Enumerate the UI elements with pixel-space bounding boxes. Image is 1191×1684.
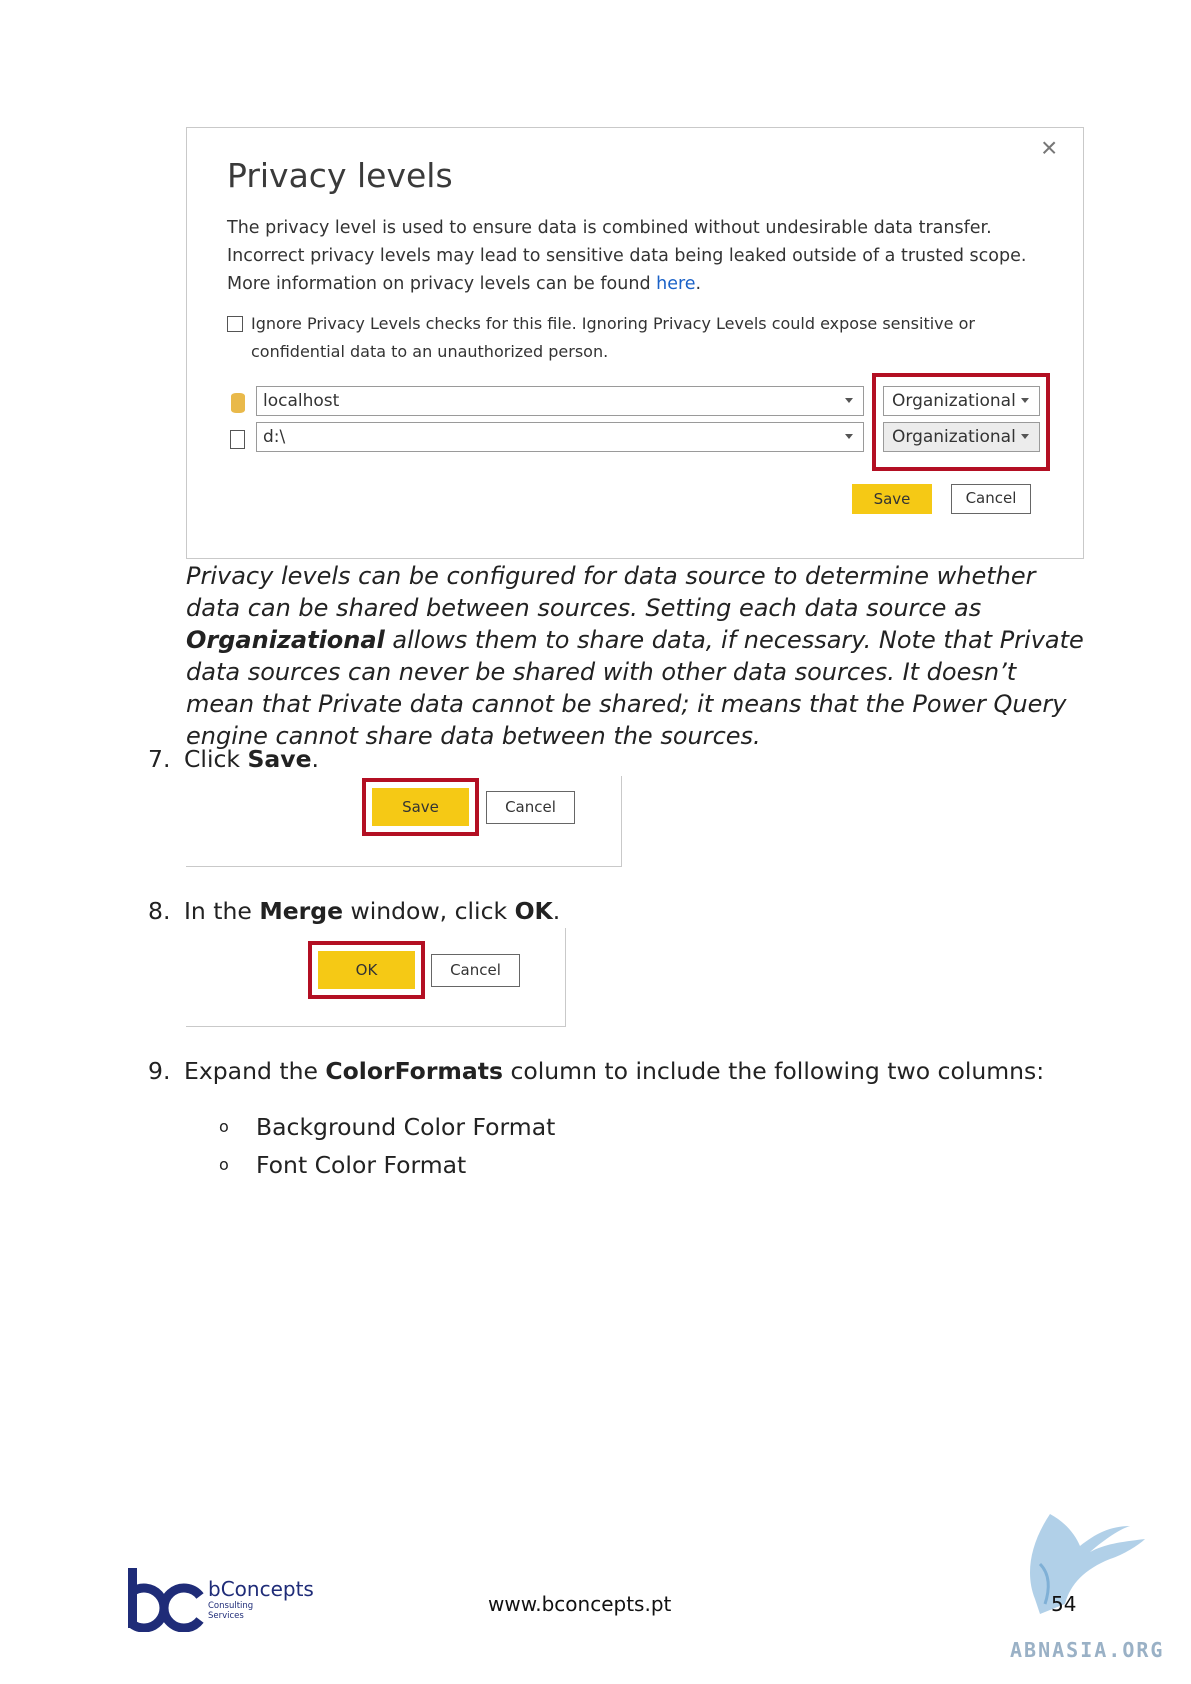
caption-text: Privacy levels can be configured for dat… — [186, 562, 1036, 622]
logo-name: bConcepts — [208, 1577, 314, 1601]
page-number: 54 — [1051, 1592, 1077, 1616]
step-number: 8. — [148, 897, 171, 925]
step-text-bold: ColorFormats — [325, 1057, 503, 1085]
description-text: The privacy level is used to ensure data… — [227, 218, 1027, 294]
step-text-plain: In the — [184, 897, 260, 925]
watermark-text: ABNASIA.ORG — [1010, 1638, 1165, 1662]
privacy-level-value: Organizational — [892, 427, 1016, 447]
privacy-level-select-localhost[interactable]: Organizational — [883, 386, 1040, 416]
footer-url[interactable]: www.bconcepts.pt — [488, 1592, 671, 1616]
list-item-text: Background Color Format — [256, 1113, 556, 1141]
bconcepts-logo-icon — [126, 1566, 204, 1633]
step-number: 7. — [148, 745, 171, 773]
bullet-mark: o — [219, 1117, 229, 1136]
screenshot-border — [186, 866, 622, 867]
database-icon — [231, 393, 245, 413]
screenshot-border — [186, 1026, 566, 1027]
step-text-plain: . — [552, 897, 561, 925]
data-source-select-localhost[interactable]: localhost — [256, 386, 864, 416]
step-text: Expand the ColorFormats column to includ… — [184, 1057, 1044, 1085]
more-info-link[interactable]: here — [656, 274, 695, 294]
data-source-select-d-drive[interactable]: d:\ — [256, 422, 864, 452]
step-7: 7. Click Save. — [148, 745, 748, 777]
description-suffix: . — [695, 274, 702, 294]
ok-button[interactable]: OK — [318, 951, 415, 989]
list-item: o Background Color Format — [219, 1113, 719, 1145]
step-text-bold: OK — [514, 897, 553, 925]
step-text: Click Save. — [184, 745, 319, 773]
step-8: 8. In the Merge window, click OK. — [148, 897, 748, 929]
dialog-title: Privacy levels — [227, 156, 453, 195]
step-7-screenshot: Save Cancel — [186, 776, 622, 867]
data-source-name: localhost — [263, 391, 340, 411]
cancel-button[interactable]: Cancel — [951, 484, 1031, 514]
step-text-plain: window, click — [343, 897, 515, 925]
logo-subtitle: Consulting Services — [208, 1601, 253, 1621]
step-number: 9. — [148, 1057, 171, 1085]
close-icon[interactable]: × — [1041, 132, 1057, 164]
chevron-down-icon — [1021, 398, 1029, 403]
cancel-button[interactable]: Cancel — [486, 791, 575, 824]
step-text: In the Merge window, click OK. — [184, 897, 560, 925]
ignore-privacy-label: Ignore Privacy Levels checks for this fi… — [251, 314, 975, 361]
cancel-button[interactable]: Cancel — [431, 954, 520, 987]
step-text-bold: Merge — [259, 897, 344, 925]
privacy-level-value: Organizational — [892, 391, 1016, 411]
list-item: o Font Color Format — [219, 1151, 719, 1183]
step-text-plain: column to include the following two colu… — [502, 1057, 1045, 1085]
chevron-down-icon — [845, 398, 853, 403]
privacy-level-select-d-drive[interactable]: Organizational — [883, 422, 1040, 452]
list-item-text: Font Color Format — [256, 1151, 467, 1179]
step-text-plain: Click — [184, 745, 248, 773]
logo-subtitle-line: Services — [208, 1611, 244, 1621]
ignore-privacy-checkbox[interactable] — [227, 316, 243, 332]
step-text-plain: . — [311, 745, 319, 773]
screenshot-border — [621, 776, 622, 867]
screenshot-border — [565, 928, 566, 1027]
dialog-description: The privacy level is used to ensure data… — [227, 214, 1047, 298]
save-button[interactable]: Save — [372, 788, 469, 826]
step-9: 9. Expand the ColorFormats column to inc… — [148, 1057, 1048, 1089]
file-icon — [230, 430, 245, 449]
step-text-bold: Save — [247, 745, 312, 773]
bullet-mark: o — [219, 1155, 229, 1174]
caption-paragraph: Privacy levels can be configured for dat… — [186, 560, 1086, 752]
step-text-plain: Expand the — [184, 1057, 326, 1085]
privacy-levels-dialog: Privacy levels × The privacy level is us… — [186, 127, 1084, 559]
chevron-down-icon — [1021, 434, 1029, 439]
caption-bold: Organizational — [186, 626, 385, 654]
chevron-down-icon — [845, 434, 853, 439]
save-button[interactable]: Save — [852, 484, 932, 514]
logo-subtitle-line: Consulting — [208, 1601, 254, 1611]
step-8-screenshot: OK Cancel — [186, 928, 566, 1027]
griffin-watermark-icon — [1010, 1504, 1150, 1634]
data-source-name: d:\ — [263, 427, 286, 447]
